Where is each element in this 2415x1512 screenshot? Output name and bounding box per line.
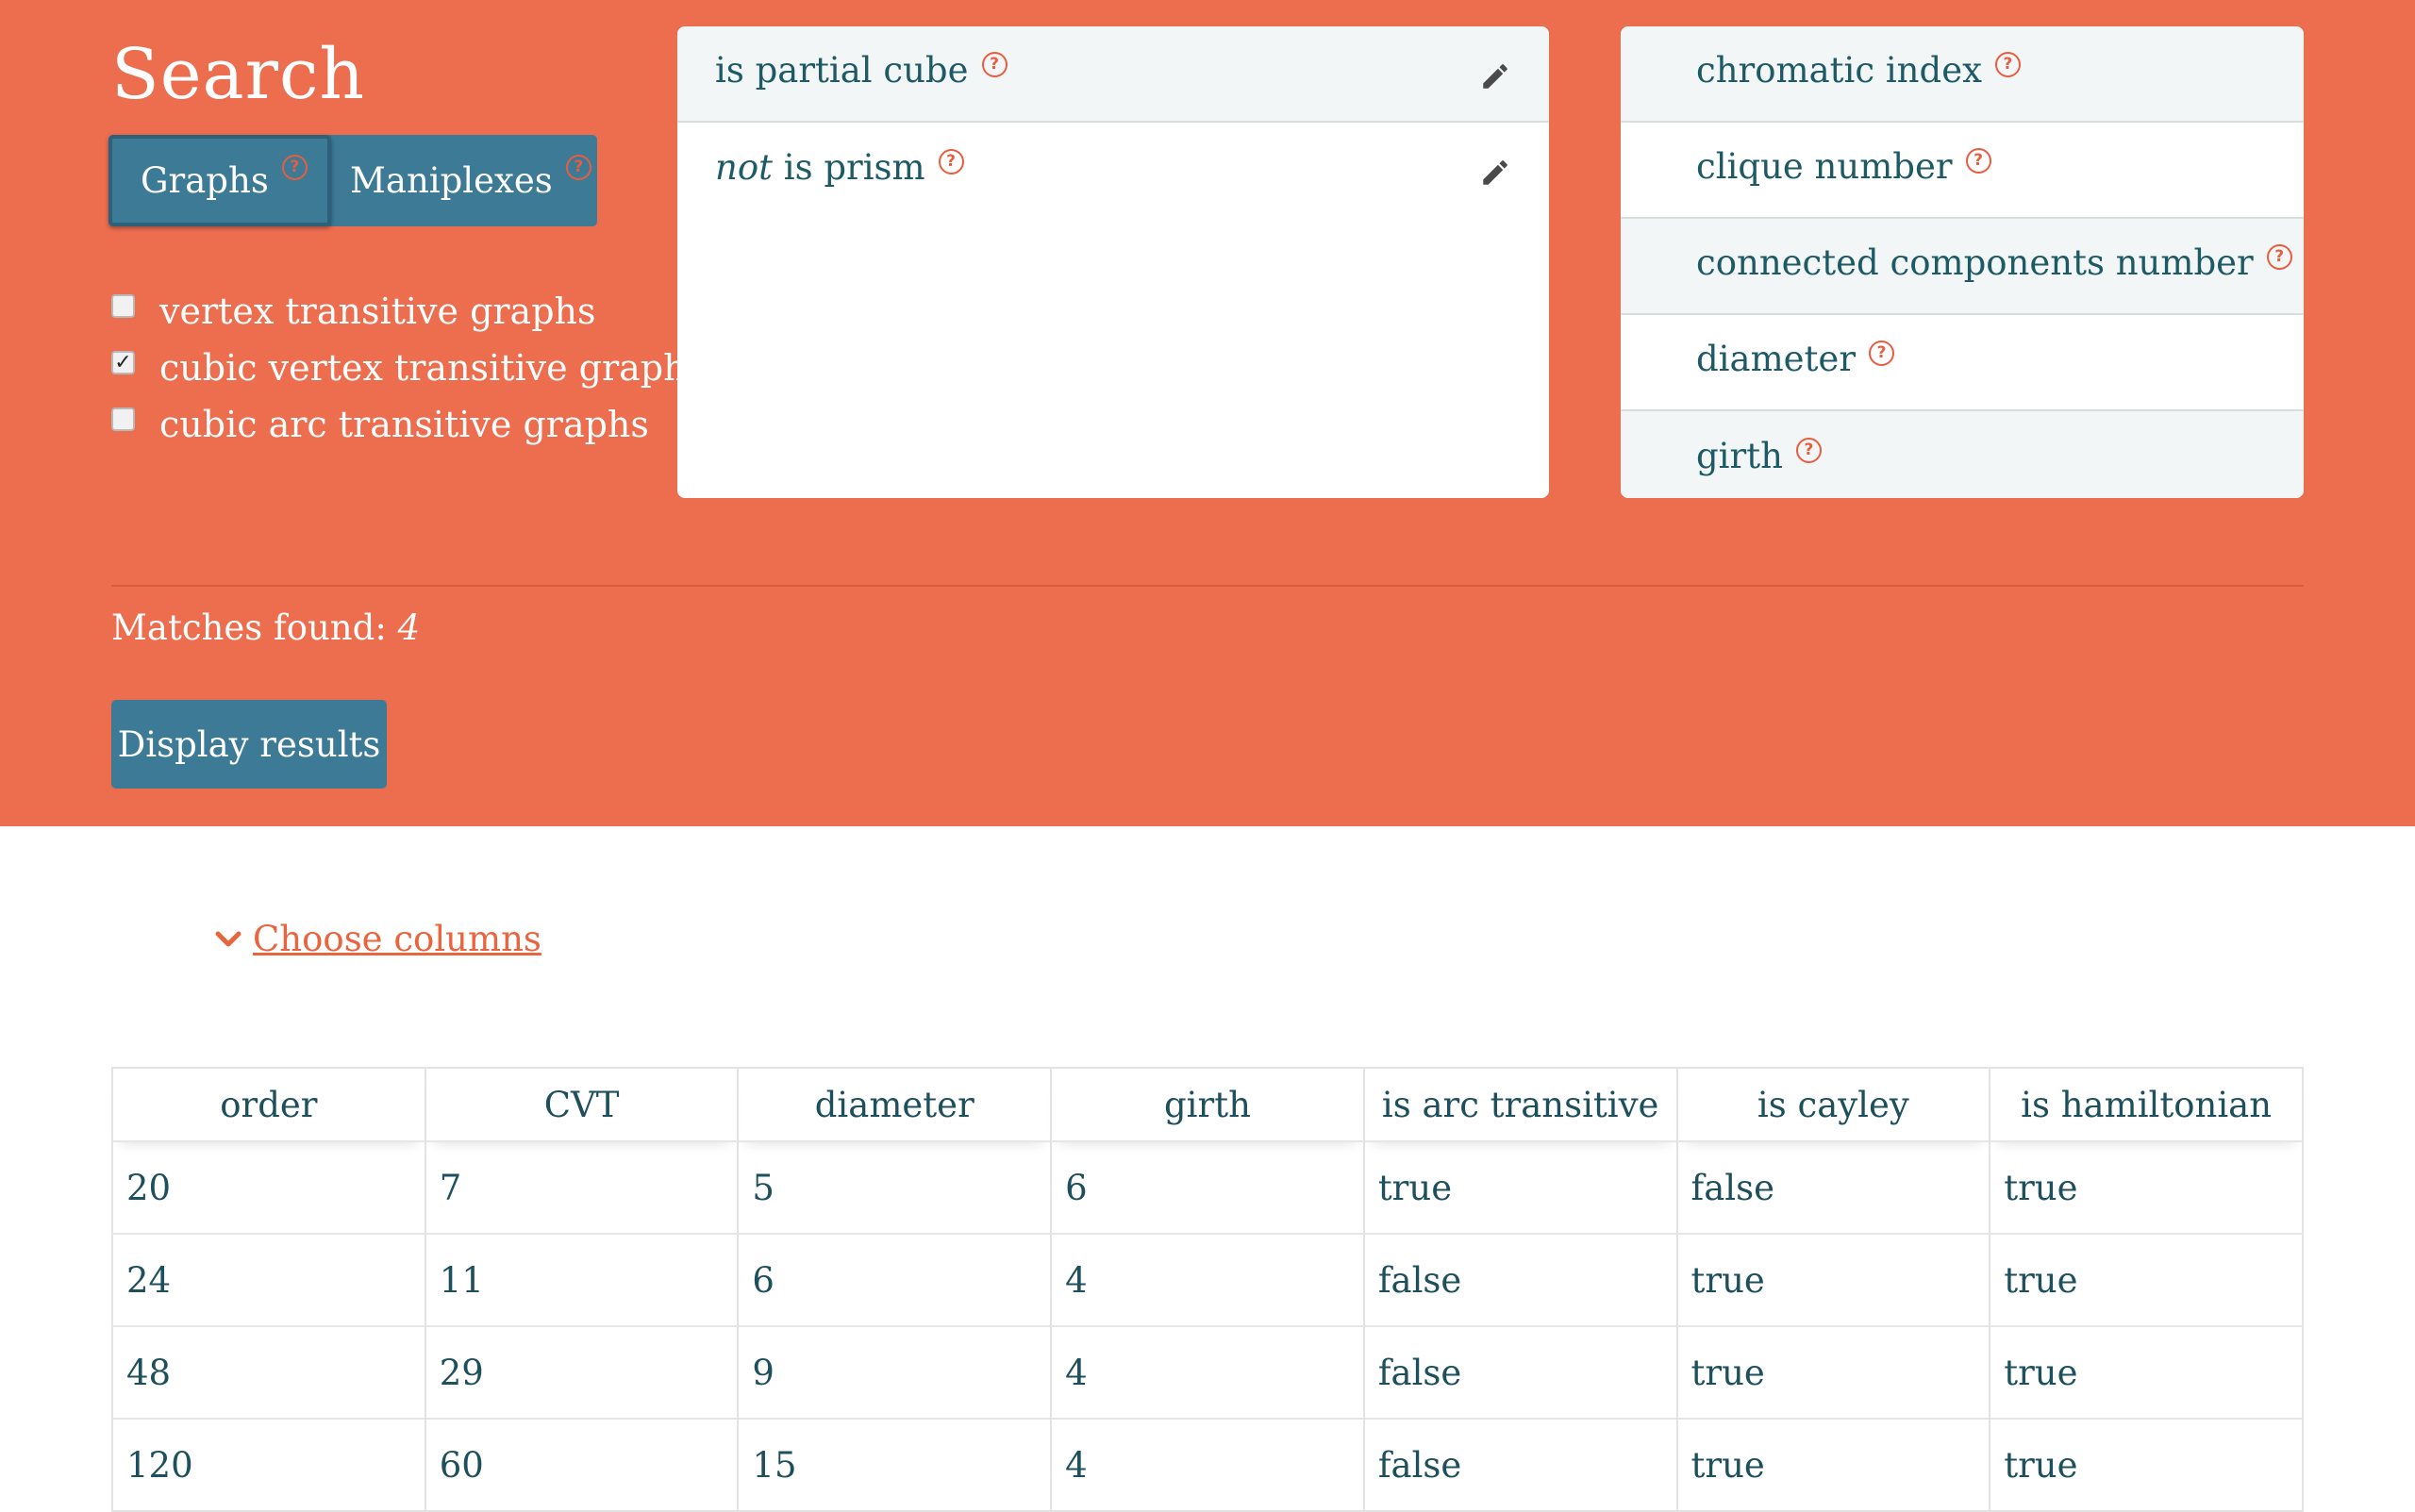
question-circle-icon[interactable]: ?	[1994, 51, 2021, 77]
active-filters-panel: is partial cube ? not is prism ?	[677, 26, 1549, 498]
table-cell: 11	[425, 1233, 740, 1326]
property-label: diameter	[1696, 338, 1857, 379]
property-label: chromatic index	[1696, 49, 1982, 91]
filter-label: is partial cube	[715, 49, 969, 91]
table-cell: true	[1990, 1325, 2303, 1419]
filter-item[interactable]: is partial cube ?	[677, 26, 1549, 123]
table-cell: true	[1990, 1418, 2303, 1511]
table-cell: true	[1990, 1233, 2303, 1326]
checkbox-label: vertex transitive graphs	[159, 291, 596, 332]
chevron-down-icon	[215, 931, 242, 946]
properties-list-panel: chromatic index ? clique number ? connec…	[1621, 26, 2304, 498]
filter-negation: not	[715, 146, 773, 188]
table-cell: 29	[425, 1325, 740, 1419]
column-header-cvt[interactable]: CVT	[425, 1068, 740, 1141]
table-row[interactable]: 20 7 5 6 true false true	[112, 1140, 2303, 1234]
column-header-is-hamiltonian[interactable]: is hamiltonian	[1990, 1068, 2303, 1141]
table-cell: 9	[738, 1325, 1053, 1419]
column-header-diameter[interactable]: diameter	[738, 1068, 1053, 1141]
table-cell: true	[1676, 1233, 1991, 1326]
display-results-button[interactable]: Display results	[111, 700, 387, 789]
checkbox-label: cubic arc transitive graphs	[159, 404, 649, 445]
table-cell: 6	[1051, 1140, 1365, 1234]
checkbox-cubic-vertex-transitive[interactable]: ✓ cubic vertex transitive graphs	[111, 340, 705, 396]
table-cell: 4	[1051, 1325, 1365, 1419]
matches-count: 4	[397, 607, 421, 648]
question-circle-icon[interactable]: ?	[565, 155, 591, 180]
question-circle-icon[interactable]: ?	[1795, 437, 1822, 463]
checkbox-checked[interactable]: ✓	[111, 350, 135, 374]
checkbox-cubic-arc-transitive[interactable]: cubic arc transitive graphs	[111, 396, 705, 453]
property-item[interactable]: clique number ?	[1621, 123, 2304, 219]
table-row[interactable]: 120 60 15 4 false true true	[112, 1418, 2303, 1511]
property-item[interactable]: chromatic index ?	[1621, 26, 2304, 123]
choose-columns-label: Choose columns	[253, 919, 541, 959]
table-cell: false	[1363, 1418, 1678, 1511]
checkbox-label: cubic vertex transitive graphs	[159, 347, 706, 389]
question-circle-icon[interactable]: ?	[2266, 243, 2292, 270]
catalog-tabs: Graphs ? Maniplexes ?	[108, 135, 597, 226]
tab-graphs-label: Graphs	[141, 160, 269, 201]
question-circle-icon[interactable]: ?	[938, 148, 964, 174]
table-cell: false	[1676, 1140, 1991, 1234]
table-cell: 48	[112, 1325, 426, 1419]
table-cell: 120	[112, 1418, 426, 1511]
matches-found: Matches found: 4	[111, 607, 420, 648]
table-row[interactable]: 48 29 9 4 false true true	[112, 1325, 2303, 1419]
property-label: girth	[1696, 435, 1783, 476]
table-cell: 5	[738, 1140, 1053, 1234]
table-cell: false	[1363, 1325, 1678, 1419]
table-cell: true	[1676, 1325, 1991, 1419]
property-label: clique number	[1696, 145, 1953, 187]
question-circle-icon[interactable]: ?	[981, 51, 1008, 77]
filter-label: not is prism	[715, 147, 925, 188]
table-cell: 20	[112, 1140, 426, 1234]
section-divider	[111, 585, 2304, 587]
property-item[interactable]: diameter ?	[1621, 315, 2304, 411]
property-item[interactable]: girth ?	[1621, 411, 2304, 498]
table-cell: 6	[738, 1233, 1053, 1326]
filter-label-text: is prism	[772, 146, 925, 188]
column-header-order[interactable]: order	[112, 1068, 426, 1141]
column-header-is-cayley[interactable]: is cayley	[1676, 1068, 1991, 1141]
table-cell: 4	[1051, 1233, 1365, 1326]
checkbox-unchecked[interactable]	[111, 407, 135, 431]
table-cell: true	[1676, 1418, 1991, 1511]
table-header-row: order CVT diameter girth is arc transiti…	[112, 1068, 2303, 1141]
table-cell: false	[1363, 1233, 1678, 1326]
tab-graphs[interactable]: Graphs ?	[108, 135, 331, 226]
property-item[interactable]: connected components number ?	[1621, 219, 2304, 315]
page-title: Search	[111, 34, 366, 115]
table-cell: 4	[1051, 1418, 1365, 1511]
table-row[interactable]: 24 11 6 4 false true true	[112, 1233, 2303, 1326]
pencil-icon[interactable]	[1479, 157, 1511, 189]
checkbox-unchecked[interactable]	[111, 293, 135, 318]
table-cell: 7	[425, 1140, 740, 1234]
tab-maniplexes-label: Maniplexes	[350, 160, 553, 201]
matches-label: Matches found:	[111, 607, 387, 648]
graph-class-checkboxes: vertex transitive graphs ✓ cubic vertex …	[111, 283, 705, 453]
question-circle-icon[interactable]: ?	[1965, 147, 1991, 174]
column-header-girth[interactable]: girth	[1051, 1068, 1365, 1141]
choose-columns-link[interactable]: Choose columns	[215, 919, 541, 959]
table-cell: 60	[425, 1418, 740, 1511]
table-cell: true	[1990, 1140, 2303, 1234]
results-table: order CVT diameter girth is arc transiti…	[111, 1067, 2304, 1512]
table-cell: true	[1363, 1140, 1678, 1234]
tab-maniplexes[interactable]: Maniplexes ?	[331, 135, 591, 226]
table-cell: 15	[738, 1418, 1053, 1511]
table-cell: 24	[112, 1233, 426, 1326]
search-header-section: Search Graphs ? Maniplexes ? vertex tran…	[0, 0, 2415, 826]
filter-item[interactable]: not is prism ?	[677, 123, 1549, 219]
question-circle-icon[interactable]: ?	[1869, 340, 1895, 366]
checkbox-vertex-transitive[interactable]: vertex transitive graphs	[111, 283, 705, 340]
property-label: connected components number	[1696, 241, 2254, 283]
question-circle-icon[interactable]: ?	[281, 155, 308, 180]
pencil-icon[interactable]	[1479, 60, 1511, 92]
column-header-is-arc-transitive[interactable]: is arc transitive	[1363, 1068, 1678, 1141]
